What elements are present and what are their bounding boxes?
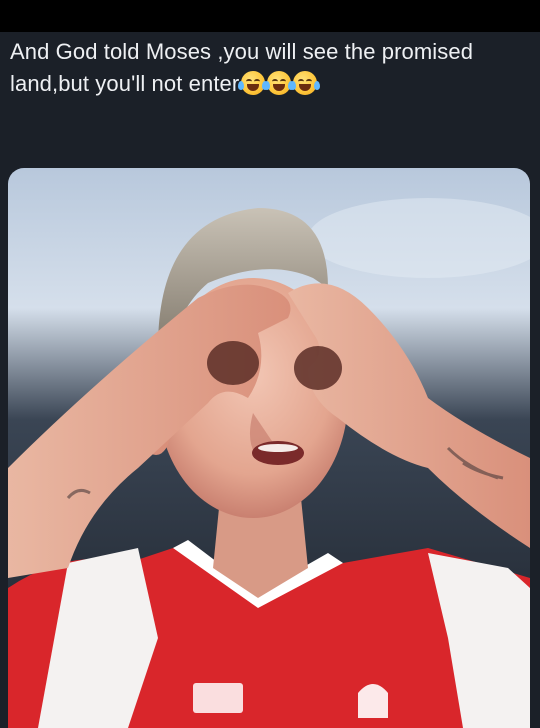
face-with-tears-of-joy-icon (290, 71, 321, 95)
meme-caption: And God told Moses ,you will see the pro… (10, 36, 530, 100)
left-eye-opening (207, 341, 259, 385)
face-with-tears-of-joy-icon (238, 71, 269, 95)
footballer-photo (8, 168, 530, 728)
club-crest (358, 684, 388, 718)
sponsor-logo (193, 683, 243, 713)
face-with-tears-of-joy-icon (264, 71, 295, 95)
meme-frame: And God told Moses ,you will see the pro… (0, 0, 540, 728)
top-black-bar (0, 0, 540, 32)
right-eye-opening (294, 346, 342, 390)
